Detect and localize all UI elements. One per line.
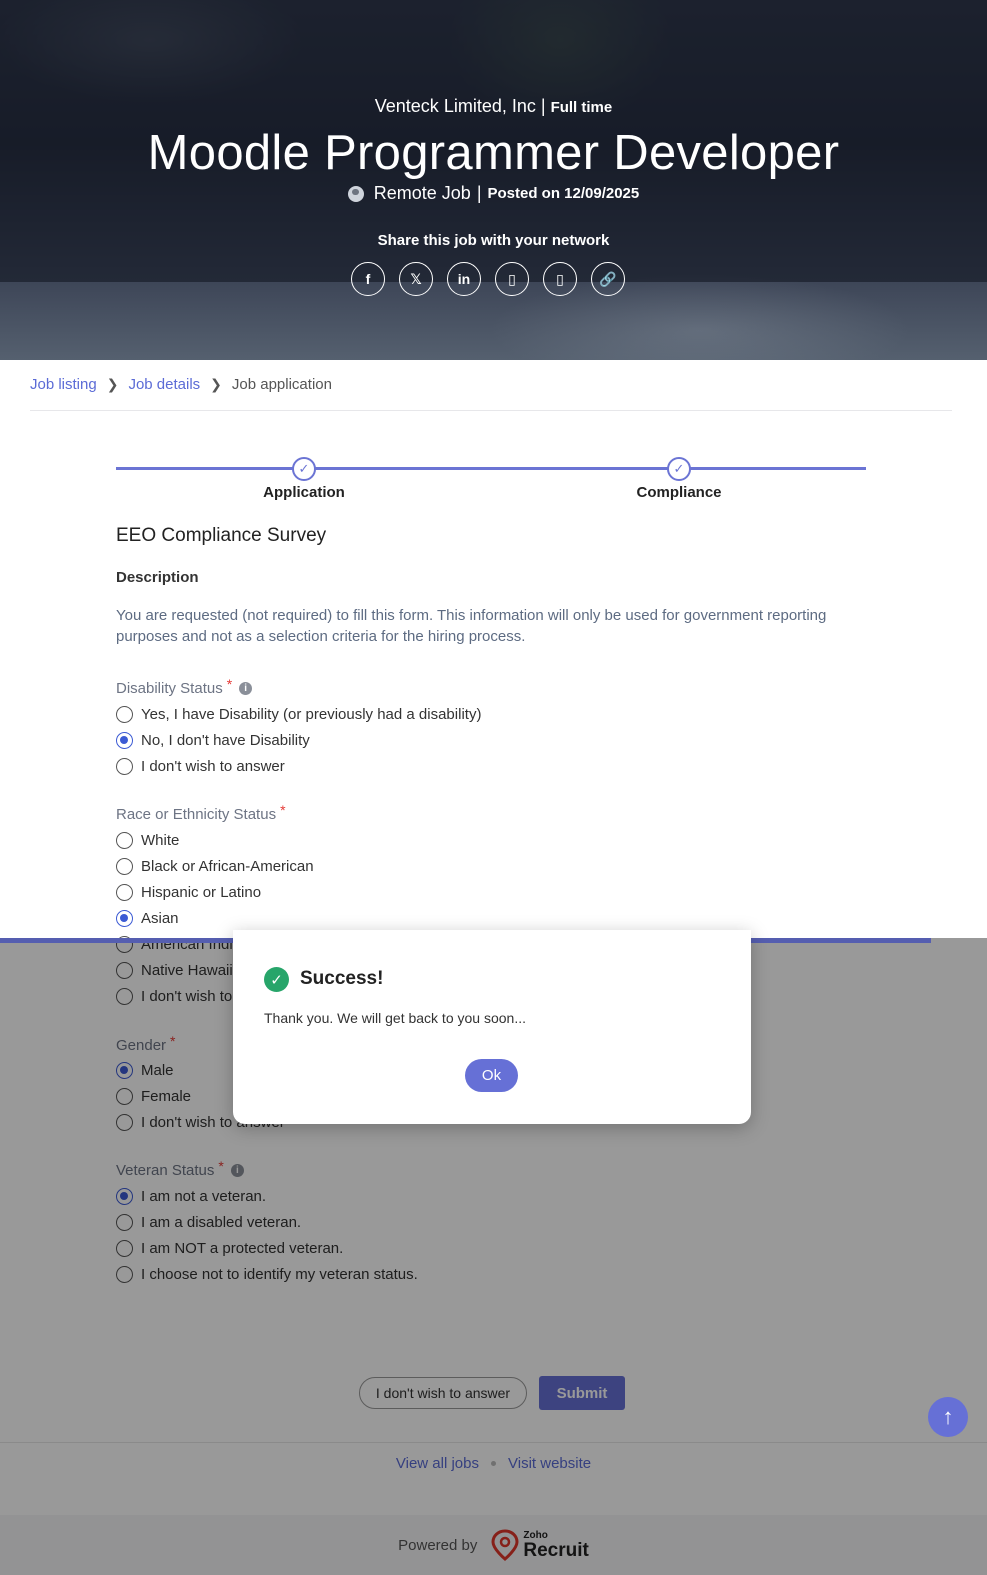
breadcrumb-job-listing[interactable]: Job listing [30, 376, 97, 393]
radio-button[interactable] [116, 758, 133, 775]
survey-heading: EEO Compliance Survey [116, 525, 327, 546]
required-marker: * [226, 675, 233, 692]
dialog-message: Thank you. We will get back to you soon.… [264, 1010, 526, 1026]
social-share-buttons: f 𝕏 in ▯ ▯ 🔗 [351, 262, 625, 296]
success-dialog: ✓ Success! Thank you. We will get back t… [233, 930, 751, 1124]
breadcrumb: Job listing ❯ Job details ❯ Job applicat… [30, 376, 332, 393]
required-marker: * [280, 801, 286, 818]
step-compliance-label: Compliance [636, 484, 722, 501]
link-icon[interactable]: 🔗 [591, 262, 625, 296]
breadcrumb-current: Job application [231, 376, 332, 393]
disability-option[interactable]: I don't wish to answer [116, 758, 285, 775]
chevron-right-icon: ❯ [210, 376, 222, 392]
company-line: Venteck Limited, Inc | Full time [374, 96, 613, 116]
step-compliance-check-icon: ✓ [667, 457, 691, 481]
facebook-icon[interactable]: f [351, 262, 385, 296]
ok-button[interactable]: Ok [465, 1059, 518, 1092]
race-option[interactable]: Asian [116, 910, 179, 927]
breadcrumb-job-details[interactable]: Job details [128, 376, 200, 393]
radio-button[interactable] [116, 732, 133, 749]
x-icon[interactable]: 𝕏 [399, 262, 433, 296]
race-option[interactable]: Hispanic or Latino [116, 884, 261, 901]
job-meta: Remote Job | Posted on 12/09/2025 [0, 183, 987, 204]
info-icon[interactable]: i [239, 682, 253, 695]
radio-button[interactable] [116, 884, 133, 901]
share-icon-1[interactable]: ▯ [495, 262, 529, 296]
step-application-label: Application [263, 484, 345, 501]
posted-date: Posted on 12/09/2025 [487, 185, 640, 202]
description-text: You are requested (not required) to fill… [116, 607, 827, 645]
radio-button[interactable] [116, 910, 133, 927]
dialog-title: Success! [300, 968, 384, 989]
hero-banner: Venteck Limited, Inc | Full time Moodle … [0, 0, 987, 360]
step-application-check-icon: ✓ [292, 457, 316, 481]
share-icon-2[interactable]: ▯ [543, 262, 577, 296]
company-name: Venteck Limited, Inc [374, 96, 536, 116]
race-option[interactable]: Black or African-American [116, 858, 314, 875]
disability-option[interactable]: Yes, I have Disability (or previously ha… [116, 706, 481, 723]
scroll-to-top-icon[interactable]: ↑ [928, 1397, 968, 1437]
radio-button[interactable] [116, 832, 133, 849]
race-label: Race or Ethnicity Status * [116, 801, 286, 824]
disability-option[interactable]: No, I don't have Disability [116, 732, 310, 749]
globe-icon [347, 185, 364, 202]
chevron-right-icon: ❯ [106, 376, 119, 392]
race-option[interactable]: White [116, 832, 179, 849]
progress-line [116, 467, 866, 470]
description-heading: Description [116, 569, 199, 586]
job-title: Moodle Programmer Developer [147, 126, 840, 180]
disability-label: Disability Status * i [116, 676, 253, 697]
job-type: Full time [550, 99, 613, 116]
share-text: Share this job with your network [377, 232, 610, 249]
success-check-icon: ✓ [264, 967, 289, 992]
divider [30, 410, 952, 411]
radio-button[interactable] [116, 706, 133, 723]
radio-button[interactable] [116, 858, 133, 875]
job-location: Remote Job [373, 183, 471, 203]
linkedin-icon[interactable]: in [447, 262, 481, 296]
